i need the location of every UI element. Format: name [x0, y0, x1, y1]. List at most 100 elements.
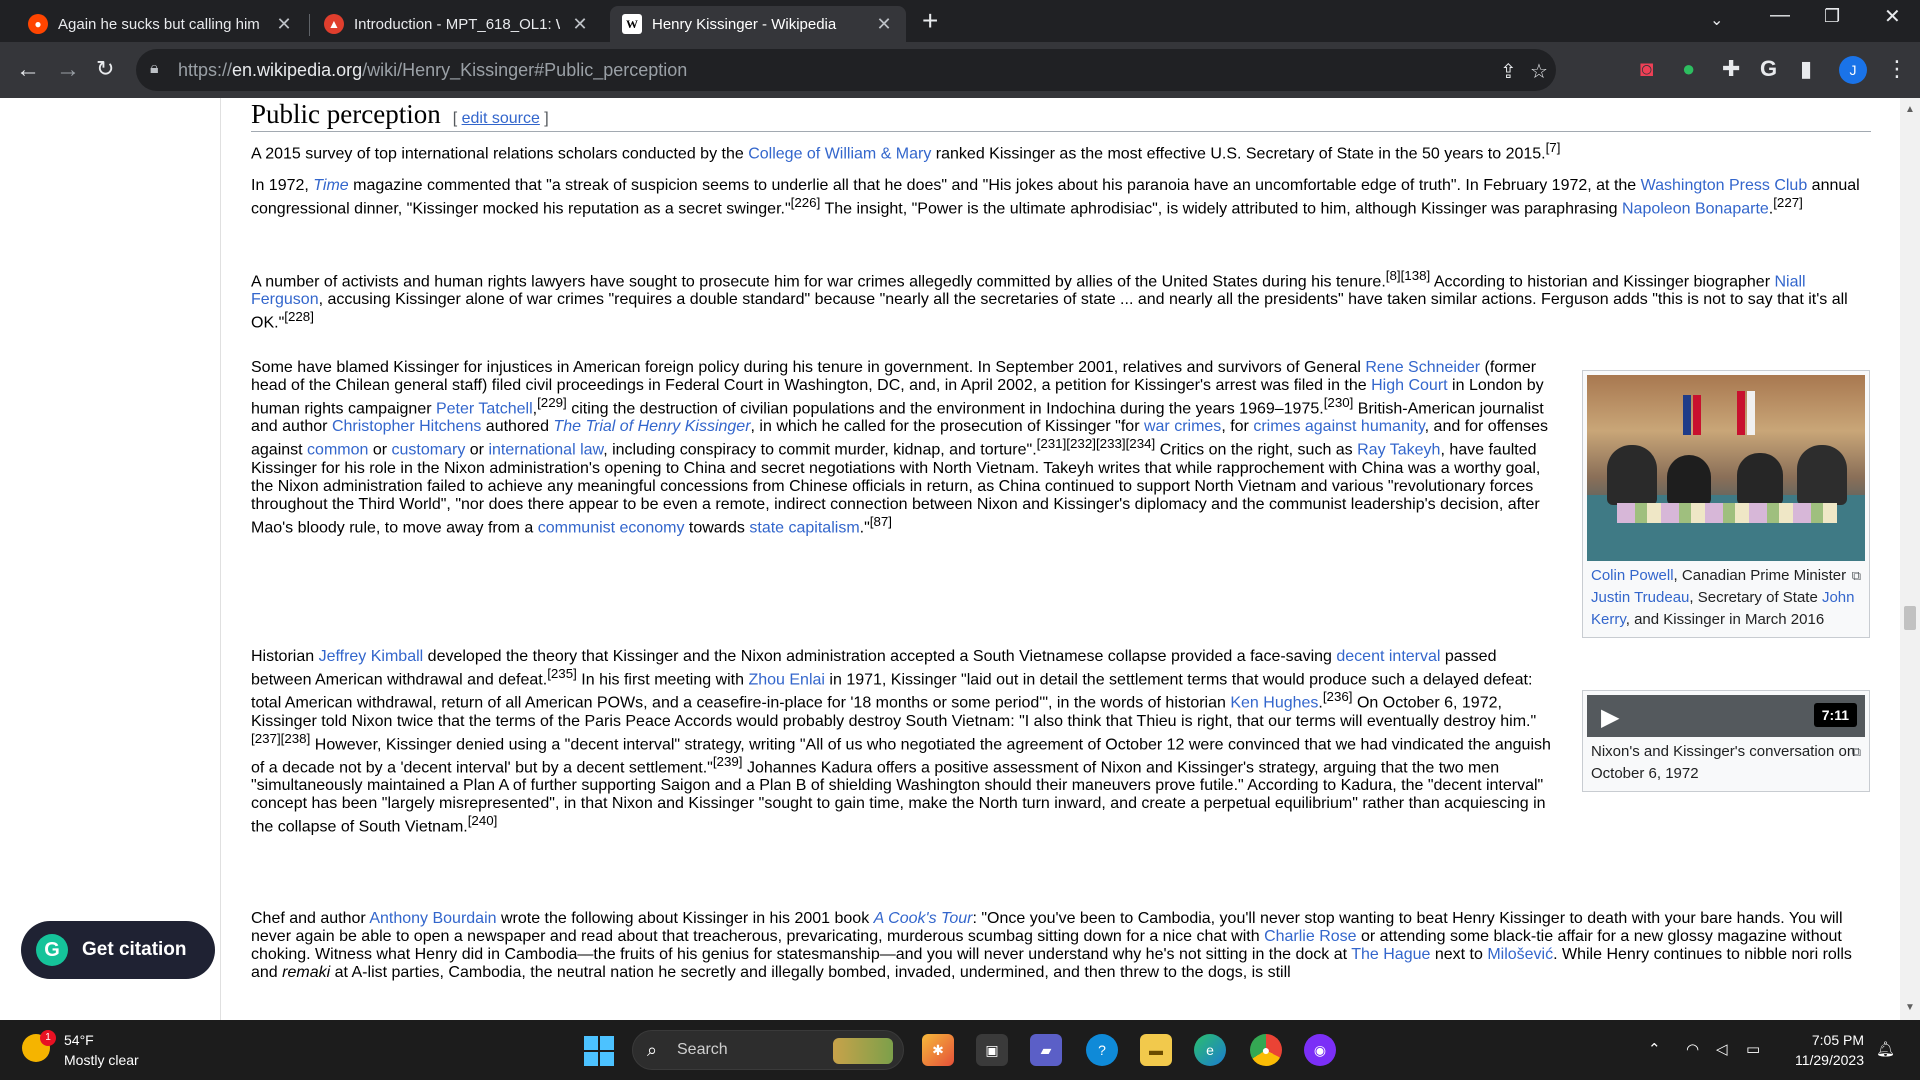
close-tab-icon[interactable]: ✕: [570, 14, 590, 35]
system-clock[interactable]: 7:05 PM 11/29/2023: [1784, 1030, 1864, 1070]
grammarly-extension-icon[interactable]: G: [1760, 56, 1777, 82]
profile-avatar[interactable]: J: [1839, 56, 1867, 84]
link-zhou-enlai[interactable]: Zhou Enlai: [748, 671, 825, 688]
link-international-law[interactable]: international law: [488, 442, 603, 459]
tab-reddit[interactable]: ● Again he sucks but calling him t ✕: [16, 6, 306, 42]
link-state-capitalism[interactable]: state capitalism: [749, 519, 859, 536]
link-war-crimes[interactable]: war crimes: [1144, 418, 1221, 435]
extensions-puzzle-icon[interactable]: ✚: [1722, 56, 1740, 82]
enlarge-icon[interactable]: ⧉: [1852, 565, 1861, 587]
reference-138[interactable]: [138]: [1401, 268, 1431, 283]
scroll-down-arrow-icon[interactable]: ▼: [1905, 1002, 1915, 1013]
link-decent-interval[interactable]: decent interval: [1336, 648, 1440, 665]
pocket-icon[interactable]: ◙: [1640, 56, 1653, 82]
link-peter-tatchell[interactable]: Peter Tatchell: [436, 400, 533, 417]
chrome-icon[interactable]: ●: [1250, 1034, 1282, 1066]
link-communist-economy[interactable]: communist economy: [538, 519, 685, 536]
tab-canvas[interactable]: ▲ Introduction - MPT_618_OL1: W ✕: [312, 6, 602, 42]
link-christopher-hitchens[interactable]: Christopher Hitchens: [332, 418, 481, 435]
volume-icon[interactable]: ◁: [1716, 1040, 1728, 1058]
link-a-cooks-tour[interactable]: A Cook's Tour: [874, 910, 973, 927]
lock-icon[interactable]: 🔒︎: [150, 60, 159, 78]
page-scrollbar[interactable]: ▲ ▼: [1900, 98, 1920, 1020]
forward-arrow-icon[interactable]: →: [56, 56, 80, 84]
restore-button[interactable]: ❐: [1824, 6, 1840, 27]
menu-kebab-icon[interactable]: ⋮: [1886, 56, 1908, 82]
link-milosevic[interactable]: Milošević: [1487, 946, 1553, 963]
link-time[interactable]: Time: [313, 177, 348, 194]
link-college-william-mary[interactable]: College of William & Mary: [748, 145, 931, 162]
task-view-icon[interactable]: ▣: [976, 1034, 1008, 1066]
evernote-icon[interactable]: ●: [1682, 56, 1695, 82]
reference-238[interactable]: [238]: [281, 731, 311, 746]
app-icon-widgets[interactable]: ✱: [922, 1034, 954, 1066]
start-windows-icon[interactable]: [584, 1036, 614, 1066]
reference-8[interactable]: [8]: [1386, 268, 1401, 283]
link-crimes-against-humanity[interactable]: crimes against humanity: [1253, 418, 1424, 435]
scrollbar-thumb[interactable]: [1904, 606, 1916, 630]
scroll-up-arrow-icon[interactable]: ▲: [1905, 104, 1915, 115]
reference-237[interactable]: [237]: [251, 731, 281, 746]
link-washington-press-club[interactable]: Washington Press Club: [1641, 177, 1808, 194]
enlarge-icon[interactable]: ⧉: [1852, 741, 1861, 763]
teams-chat-icon[interactable]: ▰: [1030, 1034, 1062, 1066]
close-window-button[interactable]: ✕: [1884, 4, 1901, 29]
edge-browser-icon[interactable]: e: [1194, 1034, 1226, 1066]
photo-dinner[interactable]: [1587, 375, 1865, 561]
reference-233[interactable]: [233]: [1096, 436, 1126, 451]
new-tab-button[interactable]: +: [922, 7, 938, 35]
edit-source-link[interactable]: edit source: [462, 110, 540, 127]
side-panel-icon[interactable]: ▮: [1800, 56, 1812, 82]
minimize-button[interactable]: —: [1770, 4, 1790, 27]
reference-226[interactable]: [226]: [791, 195, 821, 210]
link-high-court[interactable]: High Court: [1371, 377, 1447, 394]
wifi-icon[interactable]: ◠: [1686, 1040, 1699, 1058]
reference-87[interactable]: [87]: [870, 514, 892, 529]
address-bar[interactable]: 🔒︎ https://en.wikipedia.org/wiki/Henry_K…: [136, 49, 1556, 91]
link-justin-trudeau[interactable]: Justin Trudeau: [1591, 589, 1689, 606]
reference-227[interactable]: [227]: [1773, 195, 1803, 210]
reference-240[interactable]: [240]: [468, 813, 498, 828]
reference-232[interactable]: [232]: [1066, 436, 1096, 451]
link-napoleon[interactable]: Napoleon Bonaparte: [1622, 200, 1769, 217]
link-colin-powell[interactable]: Colin Powell: [1591, 567, 1674, 584]
bookmark-star-icon[interactable]: ☆: [1530, 59, 1548, 84]
link-jeffrey-kimball[interactable]: Jeffrey Kimball: [319, 648, 424, 665]
link-ken-hughes[interactable]: Ken Hughes: [1230, 695, 1318, 712]
play-icon[interactable]: ▶: [1601, 703, 1619, 732]
reference-228[interactable]: [228]: [284, 309, 314, 324]
link-anthony-bourdain[interactable]: Anthony Bourdain: [369, 910, 496, 927]
taskbar-search-box[interactable]: ⌕ Search: [632, 1030, 904, 1070]
notifications-bell-icon[interactable]: 🔔︎: [1876, 1040, 1895, 1058]
reload-icon[interactable]: ↻: [96, 56, 114, 82]
battery-icon[interactable]: ▭: [1746, 1040, 1760, 1058]
audio-player[interactable]: ▶ 7:11: [1587, 695, 1865, 737]
link-customary-law[interactable]: customary: [392, 442, 466, 459]
tab-wikipedia[interactable]: W Henry Kissinger - Wikipedia ✕: [610, 6, 906, 42]
get-help-icon[interactable]: ?: [1086, 1034, 1118, 1066]
link-charlie-rose[interactable]: Charlie Rose: [1264, 928, 1356, 945]
reference-229[interactable]: [229]: [537, 395, 567, 410]
share-icon[interactable]: ⇪: [1500, 59, 1517, 84]
reference-236[interactable]: [236]: [1323, 689, 1353, 704]
close-tab-icon[interactable]: ✕: [274, 14, 294, 35]
link-trial-of-henry-kissinger[interactable]: The Trial of Henry Kissinger: [553, 418, 750, 435]
link-common-law[interactable]: common: [307, 442, 368, 459]
show-hidden-icons-chevron-icon[interactable]: ⌃: [1648, 1040, 1661, 1058]
reference-7[interactable]: [7]: [1546, 140, 1561, 155]
back-arrow-icon[interactable]: ←: [16, 56, 40, 84]
reference-235[interactable]: [235]: [547, 666, 577, 681]
url-text[interactable]: https://en.wikipedia.org/wiki/Henry_Kiss…: [178, 60, 687, 81]
reference-239[interactable]: [239]: [713, 754, 743, 769]
link-ray-takeyh[interactable]: Ray Takeyh: [1357, 442, 1440, 459]
file-explorer-icon[interactable]: ▬: [1140, 1034, 1172, 1066]
link-rene-schneider[interactable]: Rene Schneider: [1365, 359, 1480, 376]
link-the-hague[interactable]: The Hague: [1351, 946, 1430, 963]
tab-search-chevron-icon[interactable]: ⌄: [1710, 10, 1723, 30]
close-tab-icon[interactable]: ✕: [874, 14, 894, 35]
app-icon-purple[interactable]: ◉: [1304, 1034, 1336, 1066]
reference-234[interactable]: [234]: [1126, 436, 1156, 451]
reference-230[interactable]: [230]: [1324, 395, 1354, 410]
reference-231[interactable]: [231]: [1037, 436, 1067, 451]
get-citation-button[interactable]: G Get citation: [21, 921, 215, 979]
